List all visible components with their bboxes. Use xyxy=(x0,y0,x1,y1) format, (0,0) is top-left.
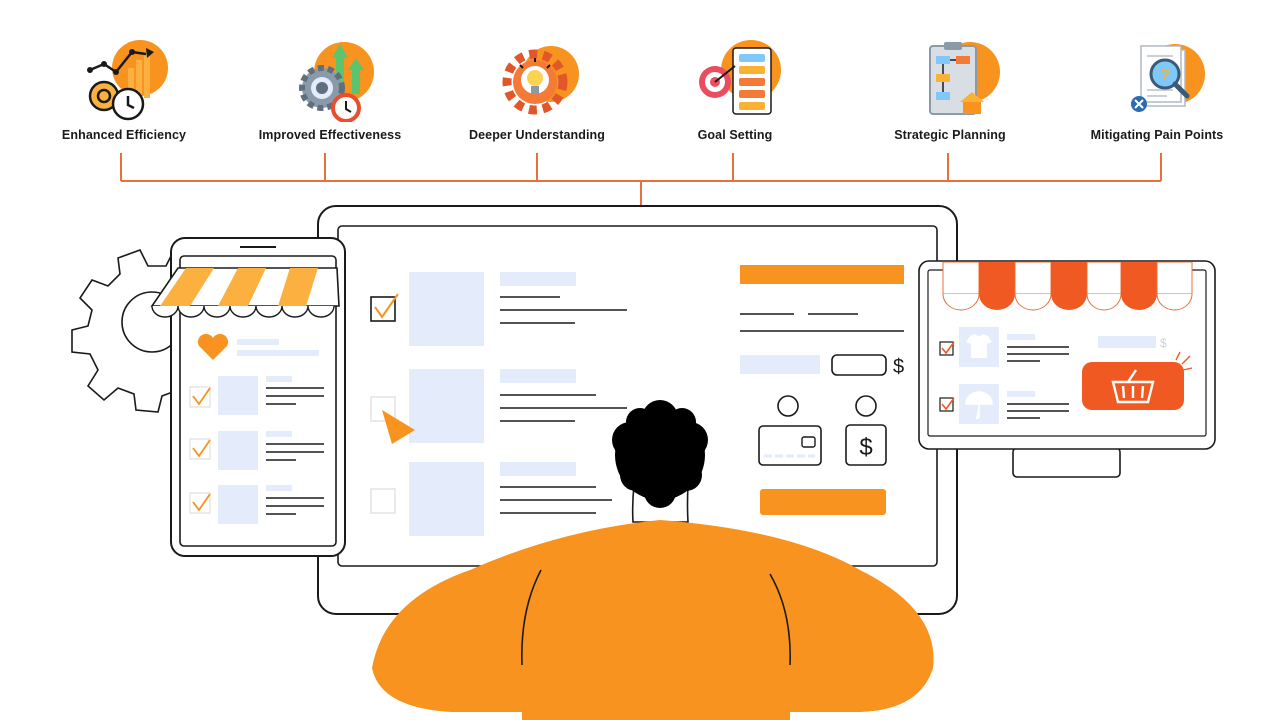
connector-tree xyxy=(120,153,1162,206)
checkout-button xyxy=(760,489,886,515)
cash-dollar-icon: $ xyxy=(859,434,872,461)
tablet-storefront xyxy=(150,237,346,557)
price-currency-symbol: $ xyxy=(893,356,904,378)
cart-currency-symbol: $ xyxy=(1160,336,1167,350)
desktop-storefront: $ xyxy=(918,260,1216,478)
ecommerce-illustration: $ $ $ xyxy=(71,153,1216,720)
